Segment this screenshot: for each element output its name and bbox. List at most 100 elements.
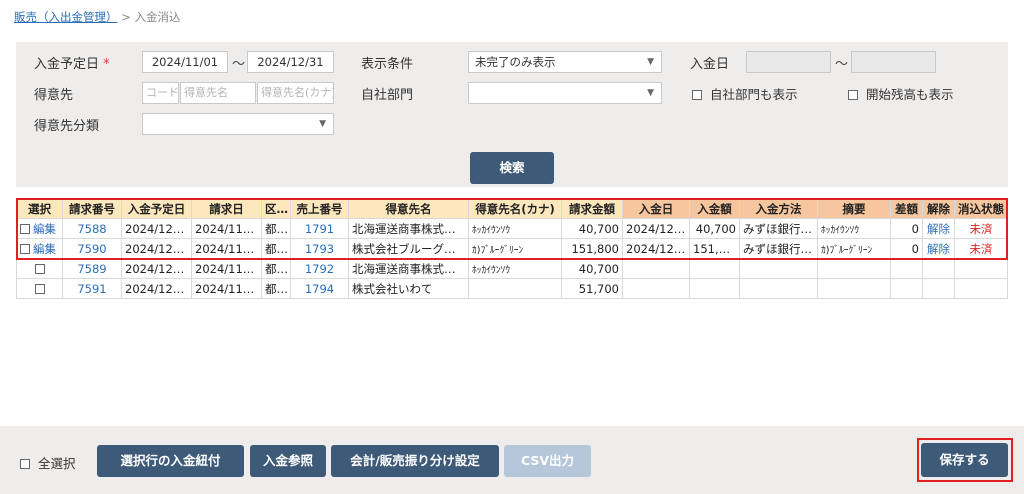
table-row[interactable]: 編集 7590 2024/12/31 2024/11/05 都度 1793 株式会社ブルーグ…	[16, 238, 1008, 259]
select-cell[interactable]: 編集	[16, 238, 63, 259]
edit-link[interactable]: 編集	[33, 222, 56, 236]
customer-name-cell: 株式会社いわて	[348, 278, 469, 299]
payment-reference-button[interactable]: 入金参照	[250, 445, 326, 477]
invoice-amount-cell: 51,700	[561, 278, 623, 299]
payment-date-cell: 2024/12/31	[622, 238, 690, 259]
status-cell: 未済	[954, 238, 1008, 259]
customer-kana-cell	[468, 278, 562, 299]
difference-cell: 0	[890, 218, 923, 239]
save-button[interactable]: 保存する	[921, 443, 1008, 477]
table-row[interactable]: 7589 2024/12/31 2024/11/01 都度 1792 北海運送商事株式会……	[16, 258, 1008, 279]
edit-link[interactable]: 編集	[33, 242, 56, 256]
checkbox-icon	[20, 459, 30, 469]
unlink-cell[interactable]: 解除	[922, 218, 955, 239]
invoice-no-link[interactable]: 7590	[62, 238, 122, 259]
row-checkbox[interactable]	[20, 223, 30, 234]
select-all-checkbox[interactable]: 全選択	[20, 453, 76, 472]
due-date-cell: 2024/12/31	[121, 258, 192, 279]
show-dept-checkbox[interactable]: 自社部門も表示	[692, 84, 798, 103]
header-payment-amount: 入金額	[689, 199, 740, 219]
select-cell[interactable]: 編集	[16, 218, 63, 239]
unlink-cell[interactable]: 解除	[922, 238, 955, 259]
header-invoice-no: 請求番号	[62, 199, 122, 219]
payment-amount-cell	[689, 258, 740, 279]
customer-name-cell: 北海運送商事株式会…	[348, 218, 469, 239]
invoice-amount-cell: 151,800	[561, 238, 623, 259]
checkbox-icon	[848, 90, 858, 100]
payment-amount-cell: 151,800	[689, 238, 740, 259]
allocation-settings-button[interactable]: 会計/販売振り分け設定	[331, 445, 499, 477]
difference-cell: 0	[890, 238, 923, 259]
difference-cell	[890, 258, 923, 279]
header-select: 選択	[16, 199, 63, 219]
payment-method-cell	[739, 258, 818, 279]
due-date-label: 入金予定日 *	[34, 57, 110, 72]
payment-date-from-input[interactable]	[746, 51, 831, 73]
breadcrumb-current: 入金消込	[134, 10, 181, 24]
due-date-cell: 2024/12/31	[121, 278, 192, 299]
results-table: 選択 請求番号 入金予定日 請求日 区分 売上番号 得意先名 得意先名(カナ) 請求金額 入金日入…	[16, 199, 1008, 299]
invoice-date-cell: 2024/11/05	[191, 238, 262, 259]
dept-label: 自社部門	[361, 88, 414, 103]
invoice-no-link[interactable]: 7589	[62, 258, 122, 279]
header-category: 区分	[261, 199, 291, 219]
header-sales-no: 売上番号	[290, 199, 349, 219]
category-cell: 都度	[261, 218, 291, 239]
customer-name-input[interactable]: 得意先名	[180, 82, 256, 104]
table-row[interactable]: 7591 2024/12/31 2024/11/22 都度 1794 株式会社いわて 51,…	[16, 278, 1008, 299]
search-button[interactable]: 検索	[470, 152, 554, 184]
invoice-amount-cell: 40,700	[561, 218, 623, 239]
header-unlink: 解除	[922, 199, 955, 219]
header-payment-date: 入金日	[622, 199, 690, 219]
date-range-tilde: 〜	[232, 57, 246, 72]
checkbox-icon	[692, 90, 702, 100]
header-status: 消込状態	[954, 199, 1008, 219]
customer-code-input[interactable]: コード	[142, 82, 179, 104]
customer-name-cell: 株式会社ブルーグリ…	[348, 238, 469, 259]
table-row[interactable]: 編集 7588 2024/12/31 2024/11/08 都度 1791 北海運送商事株式…	[16, 218, 1008, 239]
invoice-no-link[interactable]: 7588	[62, 218, 122, 239]
unlink-link[interactable]: 解除	[927, 242, 950, 256]
payment-date-label: 入金日	[690, 57, 730, 72]
payment-date-tilde: 〜	[835, 57, 849, 72]
customer-kana-input[interactable]: 得意先名(カナ)	[257, 82, 334, 104]
table-header-row: 選択 請求番号 入金予定日 請求日 区分 売上番号 得意先名 得意先名(カナ) 請求金額 入金日入…	[16, 199, 1008, 219]
customer-class-select[interactable]: ▼	[142, 113, 334, 135]
show-opening-balance-checkbox[interactable]: 開始残高も表示	[848, 84, 954, 103]
breadcrumb: 販売（入出金管理） > 入金消込	[14, 9, 180, 25]
sales-no-link[interactable]: 1791	[290, 218, 349, 239]
payment-date-to-input[interactable]	[851, 51, 936, 73]
sales-no-link[interactable]: 1792	[290, 258, 349, 279]
category-cell: 都度	[261, 238, 291, 259]
footer-bar: 全選択 選択行の入金紐付 入金参照 会計/販売振り分け設定 CSV出力 保存する	[0, 426, 1024, 494]
sales-no-link[interactable]: 1793	[290, 238, 349, 259]
row-checkbox[interactable]	[34, 283, 45, 294]
link-payment-button[interactable]: 選択行の入金紐付	[97, 445, 244, 477]
unlink-cell	[922, 278, 955, 299]
payment-method-cell	[739, 278, 818, 299]
invoice-date-cell: 2024/11/22	[191, 278, 262, 299]
select-cell[interactable]	[16, 278, 63, 299]
invoice-date-cell: 2024/11/01	[191, 258, 262, 279]
dropdown-arrow-icon: ▼	[647, 57, 654, 67]
memo-cell	[817, 278, 891, 299]
invoice-amount-cell: 40,700	[561, 258, 623, 279]
dept-select[interactable]: ▼	[468, 82, 662, 104]
customer-name-cell: 北海運送商事株式会…	[348, 258, 469, 279]
condition-label: 表示条件	[361, 57, 414, 72]
payment-amount-cell: 40,700	[689, 218, 740, 239]
unlink-link[interactable]: 解除	[927, 222, 950, 236]
breadcrumb-parent-link[interactable]: 販売（入出金管理）	[14, 10, 118, 24]
sales-no-link[interactable]: 1794	[290, 278, 349, 299]
due-date-to-input[interactable]: 2024/12/31	[247, 51, 334, 73]
row-checkbox[interactable]	[20, 243, 30, 254]
row-checkbox[interactable]	[34, 263, 45, 274]
invoice-no-link[interactable]: 7591	[62, 278, 122, 299]
select-cell[interactable]	[16, 258, 63, 279]
condition-select[interactable]: 未完了のみ表示 ▼	[468, 51, 662, 73]
header-customer-name: 得意先名	[348, 199, 469, 219]
due-date-cell: 2024/12/31	[121, 238, 192, 259]
due-date-from-input[interactable]: 2024/11/01	[142, 51, 228, 73]
memo-cell: ﾎｯｶｲｳﾝｿｳ	[817, 218, 891, 239]
csv-export-button[interactable]: CSV出力	[504, 445, 591, 477]
